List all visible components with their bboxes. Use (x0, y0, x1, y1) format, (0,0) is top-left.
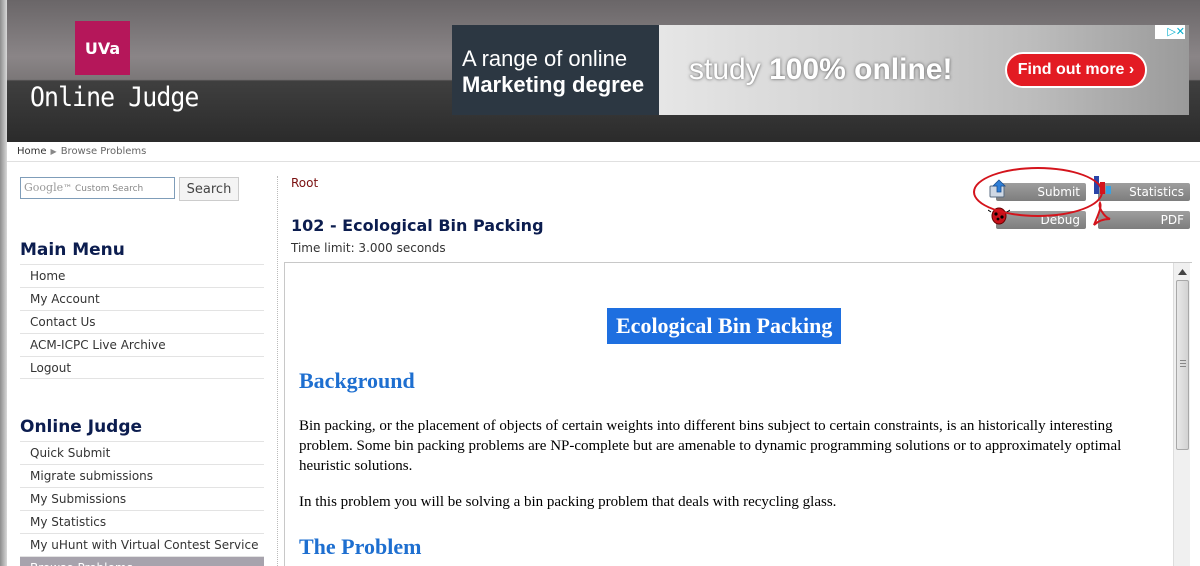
menu-item-home[interactable]: Home (20, 264, 264, 287)
scroll-up-arrow-icon[interactable] (1174, 263, 1191, 280)
menu-item-migrate-submissions[interactable]: Migrate submissions (20, 464, 264, 487)
column-divider (277, 176, 278, 566)
adchoices-icon[interactable]: ▷✕ (1155, 25, 1185, 39)
menu-item-uhunt[interactable]: My uHunt with Virtual Contest Service (20, 533, 264, 556)
root-link[interactable]: Root (291, 176, 318, 190)
search-input[interactable]: Google™ Custom Search (20, 177, 175, 199)
breadcrumb: Home ▶ Browse Problems (17, 146, 146, 157)
menu-item-logout[interactable]: Logout (20, 356, 264, 379)
window-edge (0, 0, 7, 566)
recycling-paragraph: In this problem you will be solving a bi… (299, 494, 837, 510)
menu-item-my-submissions[interactable]: My Submissions (20, 487, 264, 510)
menu-item-quick-submit[interactable]: Quick Submit (20, 441, 264, 464)
menu-item-live-archive[interactable]: ACM-ICPC Live Archive (20, 333, 264, 356)
problem-title: 102 - Ecological Bin Packing (291, 216, 544, 235)
time-limit: Time limit: 3.000 seconds (291, 241, 446, 255)
ad-line2: Marketing degree (462, 72, 645, 97)
breadcrumb-arrow-icon: ▶ (50, 147, 57, 156)
ad-right-panel: study 100% online! Find out more › (659, 25, 1189, 115)
site-header: UVa Online Judge A range of online Marke… (7, 0, 1200, 142)
ad-banner[interactable]: A range of online Marketing degree study… (452, 25, 1189, 115)
background-heading: Background (299, 368, 415, 393)
scrollbar[interactable] (1173, 263, 1190, 566)
breadcrumb-current[interactable]: Browse Problems (61, 146, 147, 157)
background-paragraph: Bin packing, or the placement of objects… (299, 418, 1122, 474)
search-button[interactable]: Search (179, 177, 239, 201)
scroll-thumb[interactable] (1176, 280, 1189, 450)
google-logo: Google (24, 181, 64, 194)
search-placeholder: Custom Search (74, 184, 144, 194)
uva-logo[interactable]: UVa (75, 21, 130, 75)
ad-left-panel: A range of online Marketing degree (452, 25, 659, 115)
menu-item-my-statistics[interactable]: My Statistics (20, 510, 264, 533)
menu-item-contact-us[interactable]: Contact Us (20, 310, 264, 333)
online-judge-menu: Quick Submit Migrate submissions My Subm… (20, 441, 264, 566)
main-menu: Home My Account Contact Us ACM-ICPC Live… (20, 264, 264, 379)
ad-study-text: study 100% online! (689, 53, 952, 87)
submit-highlight-annotation (973, 167, 1103, 217)
ad-line1: A range of online (462, 46, 628, 71)
menu-item-browse-problems[interactable]: Browse Problems (20, 556, 264, 566)
ad-study-prefix: study (689, 53, 761, 86)
breadcrumb-divider (7, 161, 1200, 162)
ad-study-bold: 100% online! (769, 53, 953, 86)
menu-item-my-account[interactable]: My Account (20, 287, 264, 310)
main-menu-title: Main Menu (20, 240, 125, 260)
ad-find-out-more-button[interactable]: Find out more › (1005, 52, 1147, 88)
document-title: Ecological Bin Packing (607, 308, 842, 344)
breadcrumb-home[interactable]: Home (17, 146, 47, 157)
the-problem-heading: The Problem (299, 534, 422, 559)
online-judge-menu-title: Online Judge (20, 417, 143, 437)
site-title[interactable]: Online Judge (30, 82, 199, 113)
